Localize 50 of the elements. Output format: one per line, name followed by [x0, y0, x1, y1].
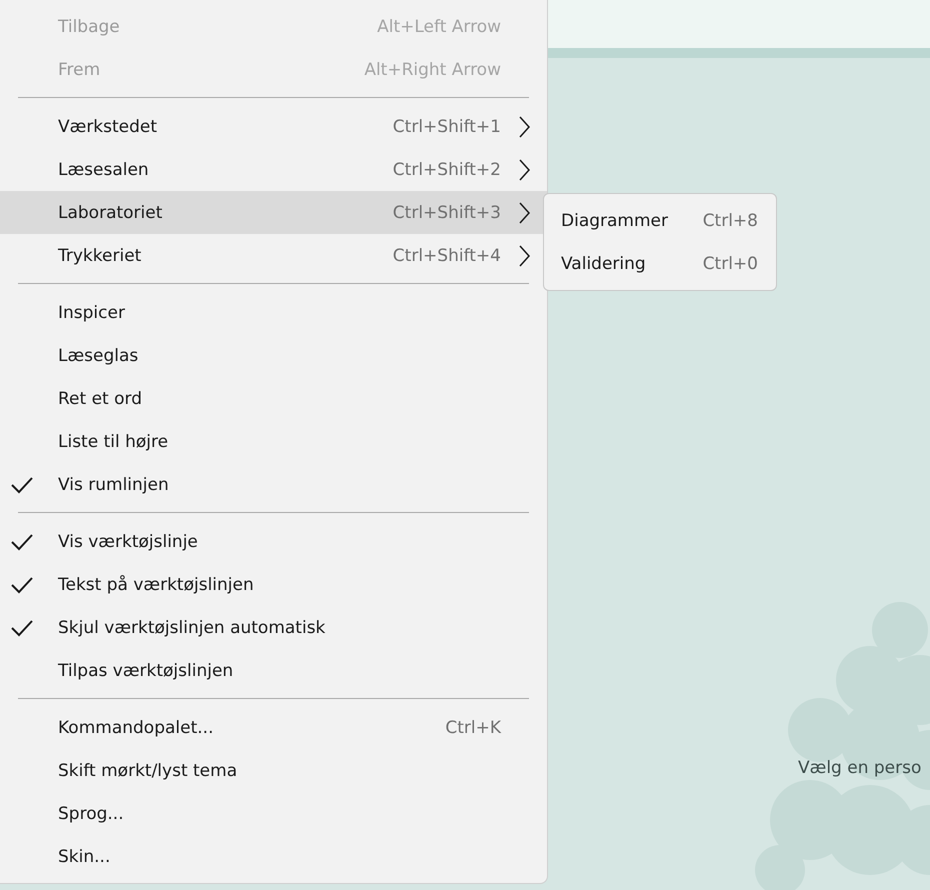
- menu-item-label: Inspicer: [58, 302, 126, 322]
- shortcut-text: Ctrl+Shift+2: [392, 160, 501, 180]
- shortcut-text: Ctrl+Shift+3: [392, 202, 501, 222]
- menu-item[interactable]: Vis rumlinjen: [0, 463, 547, 506]
- menu-item[interactable]: Tekst på værktøjslinjen: [0, 563, 547, 606]
- menu-item-label: Validering: [561, 254, 647, 274]
- shortcut-text: Ctrl+0: [702, 254, 758, 274]
- menu-item[interactable]: Skin...: [0, 835, 547, 878]
- menu-item[interactable]: Inspicer: [0, 291, 547, 334]
- menu-item[interactable]: Vis værktøjslinje: [0, 520, 547, 563]
- menu-item[interactable]: Skjul værktøjslinjen automatisk: [0, 606, 547, 649]
- menu-item-label: Skin...: [58, 846, 112, 866]
- menu-item-label: Frem: [58, 60, 102, 80]
- menu-item-label: Skjul værktøjslinjen automatisk: [58, 618, 326, 638]
- shortcut-text: Alt+Left Arrow: [377, 16, 501, 36]
- menu-item-label: Kommandopalet...: [58, 718, 214, 738]
- menu-item-label: Laboratoriet: [58, 202, 164, 222]
- shortcut-text: Ctrl+K: [445, 718, 501, 738]
- menu-item[interactable]: Værkstedet Ctrl+Shift+1: [0, 105, 547, 148]
- menu-item-label: Trykkeriet: [58, 246, 142, 266]
- menu-item-label: Ret et ord: [58, 388, 143, 408]
- menu-item-label: Læsesalen: [58, 160, 150, 180]
- menu-item[interactable]: Trykkeriet Ctrl+Shift+4: [0, 234, 547, 277]
- shortcut-text: Ctrl+Shift+4: [392, 246, 501, 266]
- menu-item-label: Tilpas værktøjslinjen: [58, 660, 234, 680]
- menu-item-label: Sprog...: [58, 804, 125, 824]
- menu-item-label: Skift mørkt/lyst tema: [58, 760, 238, 780]
- menu-item[interactable]: Kommandopalet... Ctrl+K: [0, 706, 547, 749]
- menu-item[interactable]: Læseglas: [0, 334, 547, 377]
- menu-item-label: Værkstedet: [58, 116, 158, 136]
- menu-item-label: Tekst på værktøjslinjen: [58, 574, 255, 594]
- shortcut-text: Ctrl+Shift+1: [392, 116, 501, 136]
- menu-item-label: Vis værktøjslinje: [58, 532, 199, 552]
- menu-item[interactable]: Ret et ord: [0, 377, 547, 420]
- menu-item[interactable]: Læsesalen Ctrl+Shift+2: [0, 148, 547, 191]
- menu-item[interactable]: Skift mørkt/lyst tema: [0, 749, 547, 792]
- menu-item[interactable]: Liste til højre: [0, 420, 547, 463]
- menu-item-label: Diagrammer: [561, 210, 669, 230]
- menu-item[interactable]: Validering Ctrl+0: [544, 242, 776, 285]
- menu-item[interactable]: Laboratoriet Ctrl+Shift+3: [0, 191, 547, 234]
- menu-item-label: Læseglas: [58, 346, 140, 366]
- menu-item[interactable]: Sprog...: [0, 792, 547, 835]
- menu-item-label: Vis rumlinjen: [58, 474, 170, 494]
- menu-item-label: Liste til højre: [58, 432, 170, 452]
- shortcut-text: Alt+Right Arrow: [364, 60, 501, 80]
- menu-item[interactable]: Tilpas værktøjslinjen: [0, 649, 547, 692]
- placeholder-message: Vælg en perso: [798, 758, 922, 778]
- shortcut-text: Ctrl+8: [702, 210, 758, 230]
- menu-item[interactable]: Diagrammer Ctrl+8: [544, 199, 776, 242]
- menu-item-label: Tilbage: [58, 16, 121, 36]
